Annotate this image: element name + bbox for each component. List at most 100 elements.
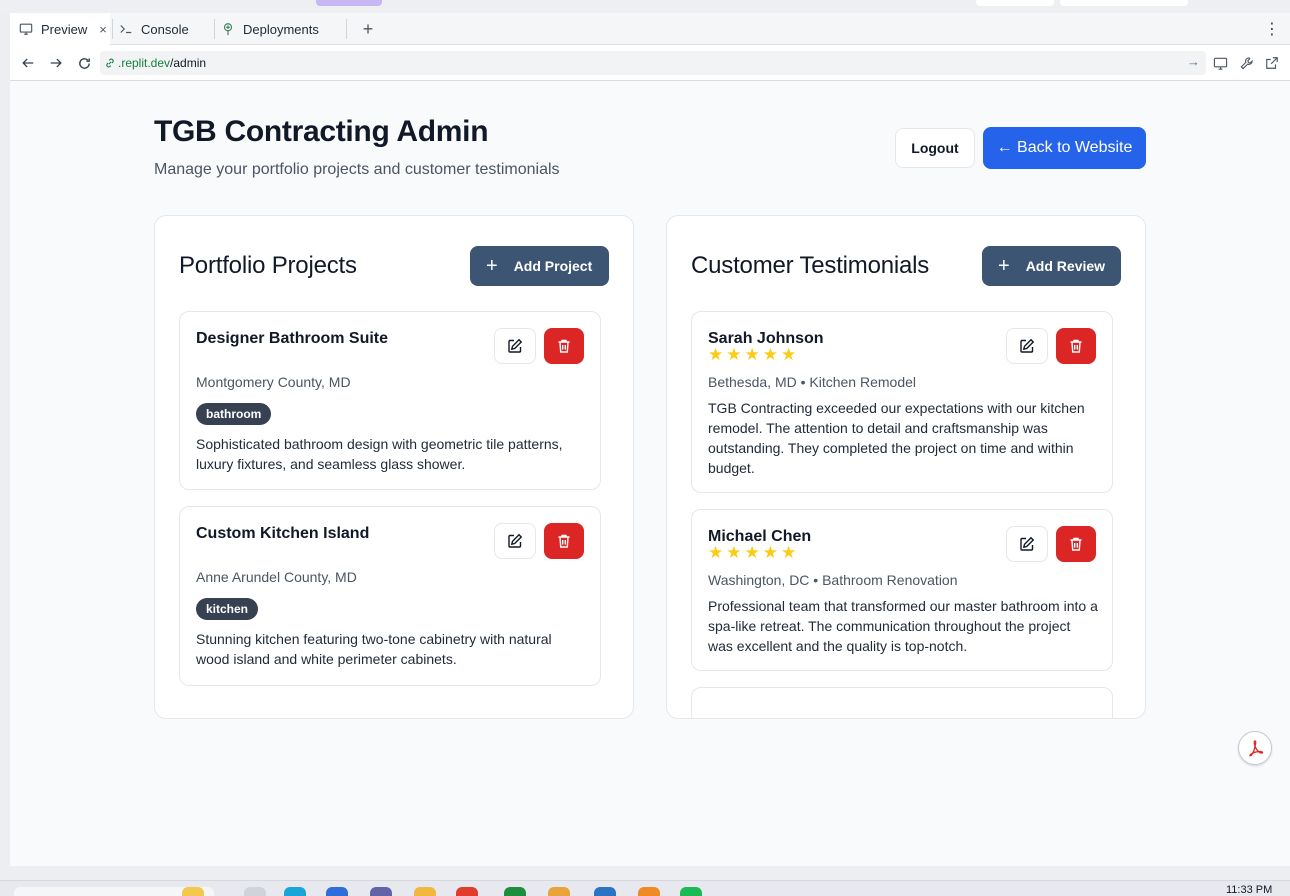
top-strip-control [976,0,1054,6]
window-left-edge [0,13,10,866]
new-tab-button[interactable]: + [356,17,380,41]
taskbar-app-icon[interactable] [504,887,526,896]
tab-console[interactable]: Console [118,13,214,45]
tab-separator [112,19,113,39]
taskbar-app-icon[interactable] [548,887,570,896]
testimonials-panel: Customer Testimonials + Add Review Sarah… [666,215,1146,719]
pdf-reader-icon[interactable] [1238,731,1272,765]
project-title: Designer Bathroom Suite [196,330,389,347]
wrench-icon[interactable] [1237,54,1255,72]
taskbar-app-icon[interactable] [244,887,266,896]
tab-bar: Preview × Console Deployments + ⋮ [10,13,1290,45]
review-text: Professional team that transformed our m… [708,598,1098,654]
testimonials-title: Customer Testimonials [691,252,930,279]
testimonial-card: Sarah Johnson ★ ★ ★ ★ ★ Bethesda, MD • Kitch… [691,311,1113,493]
add-project-button[interactable]: + Add Project [470,246,609,286]
delete-project-button[interactable] [544,523,584,559]
taskbar-teams-icon[interactable] [370,887,392,896]
window-top-strip [0,0,1290,13]
taskbar-clock: 11:33 PM [1226,884,1273,896]
edit-project-button[interactable] [494,523,536,559]
star-icon: ★ [708,543,724,562]
deployments-icon [220,21,236,37]
plus-icon: + [486,255,498,277]
taskbar-app-icon[interactable] [326,887,348,896]
portfolio-panel: Portfolio Projects + Add Project Designe… [154,215,634,719]
edit-project-button[interactable] [494,328,536,364]
top-strip-tab-indicator [316,0,382,6]
logout-button[interactable]: Logout [895,128,975,168]
taskbar-folder-icon[interactable] [414,887,436,896]
tab-separator [346,19,347,39]
tab-console-label: Console [141,21,189,37]
star-icon: ★ [781,543,797,562]
link-icon [104,57,116,69]
go-arrow-icon[interactable]: → [1187,54,1200,69]
reload-icon[interactable] [74,53,94,73]
taskbar-widget-icon[interactable] [182,887,204,896]
add-review-label: Add Review [1025,258,1106,274]
tab-separator [214,19,215,39]
url-path: /admin [170,56,207,70]
close-icon[interactable]: × [99,22,107,37]
star-rating: ★ ★ ★ ★ ★ [708,346,796,364]
project-description: Stunning kitchen featuring two-tone cabi… [196,631,552,667]
forward-arrow-icon[interactable] [46,53,66,73]
taskbar-app-icon[interactable] [594,887,616,896]
taskbar-chrome-icon[interactable] [456,887,478,896]
open-external-icon[interactable] [1263,54,1281,72]
star-icon: ★ [781,345,797,364]
devices-icon[interactable] [1211,54,1229,72]
page-subtitle: Manage your portfolio projects and custo… [154,161,560,178]
review-meta: Washington, DC • Bathroom Renovation [708,572,958,588]
project-category-tag: bathroom [196,403,272,425]
testimonial-card-partial [691,687,1113,718]
add-project-label: Add Project [513,258,593,274]
url-field[interactable]: .replit.dev/admin → [100,51,1206,75]
taskbar-spotify-icon[interactable] [680,887,702,896]
edit-review-button[interactable] [1006,328,1048,364]
star-rating: ★ ★ ★ ★ ★ [708,544,796,562]
plus-icon: + [998,255,1010,277]
taskbar: 11:33 PM [0,880,1290,896]
tab-deployments[interactable]: Deployments [220,13,346,45]
tab-preview[interactable]: Preview × [10,13,110,45]
delete-project-button[interactable] [544,328,584,364]
star-icon: ★ [726,543,742,562]
add-review-button[interactable]: + Add Review [982,246,1121,286]
edit-icon [1020,338,1035,353]
edit-icon [508,533,523,548]
edit-icon [508,338,523,353]
project-location: Montgomery County, MD [196,374,351,390]
trash-icon [558,339,570,353]
project-card: Designer Bathroom Suite Montgomery Count… [179,311,601,490]
star-icon: ★ [726,345,742,364]
project-title: Custom Kitchen Island [196,525,370,542]
portfolio-title: Portfolio Projects [179,252,357,279]
star-icon: ★ [744,345,760,364]
star-icon: ★ [762,543,778,562]
delete-review-button[interactable] [1056,526,1096,562]
page-title: TGB Contracting Admin [154,115,489,148]
page-viewport: TGB Contracting Admin Manage your portfo… [10,81,1290,866]
window-bottom-edge [0,866,1290,880]
project-location: Anne Arundel County, MD [196,569,357,585]
star-icon: ★ [744,543,760,562]
taskbar-edge-icon[interactable] [284,887,306,896]
project-card: Custom Kitchen Island Anne Arundel Count… [179,506,601,686]
project-category-tag: kitchen [196,598,259,620]
trash-icon [558,534,570,548]
edit-review-button[interactable] [1006,526,1048,562]
monitor-icon [18,21,34,37]
review-text: TGB Contracting exceeded our expectation… [708,400,1085,476]
terminal-icon [118,21,134,37]
more-menu-icon[interactable]: ⋮ [1264,19,1280,39]
review-meta: Bethesda, MD • Kitchen Remodel [708,374,917,390]
trash-icon [1070,537,1082,551]
delete-review-button[interactable] [1056,328,1096,364]
back-arrow-icon[interactable] [18,53,38,73]
top-strip-control [1060,0,1188,6]
taskbar-app-icon[interactable] [638,887,660,896]
back-to-website-button[interactable]: ← Back to Website [983,127,1146,169]
project-description: Sophisticated bathroom design with geome… [196,436,563,472]
